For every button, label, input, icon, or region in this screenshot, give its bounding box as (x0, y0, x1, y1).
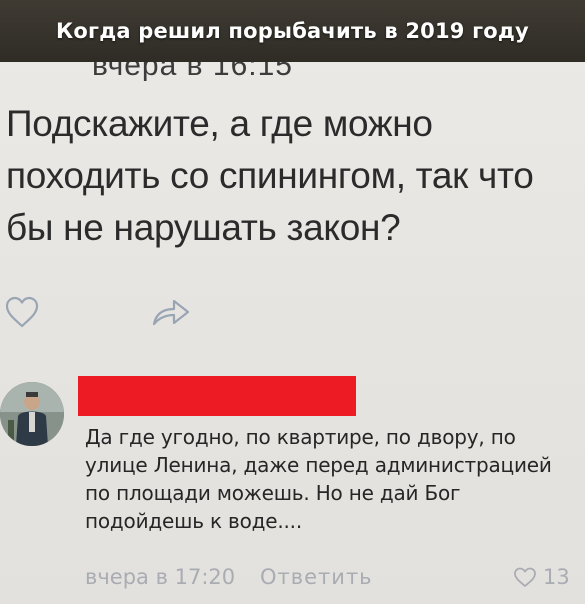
caption-title: Когда решил порыбачить в 2019 году (56, 19, 529, 43)
reply-button[interactable]: Ответить (260, 565, 373, 589)
heart-icon (514, 567, 536, 587)
comment-like-count: 13 (543, 565, 570, 589)
share-button[interactable] (150, 294, 192, 330)
avatar-person-icon (0, 382, 64, 446)
comment: Да где угодно, по квартире, по двору, по… (0, 375, 585, 604)
comment-meta: вчера в 17:20 Ответить 13 (85, 565, 585, 595)
like-button[interactable] (3, 294, 41, 330)
author-name-redacted (78, 376, 356, 416)
avatar[interactable] (0, 382, 64, 446)
post-actions (0, 294, 585, 334)
caption-banner: Когда решил порыбачить в 2019 году (0, 0, 585, 62)
comment-text: Да где угодно, по квартире, по двору, по… (85, 425, 552, 533)
share-arrow-icon (152, 299, 190, 326)
comment-like-button[interactable]: 13 (513, 565, 570, 589)
meme-frame: Когда решил порыбачить в 2019 году вчера… (0, 0, 585, 604)
heart-icon (5, 296, 39, 328)
comment-timestamp: вчера в 17:20 (85, 565, 236, 589)
post-text: Подскажите, а где можно походить со спин… (6, 103, 534, 248)
